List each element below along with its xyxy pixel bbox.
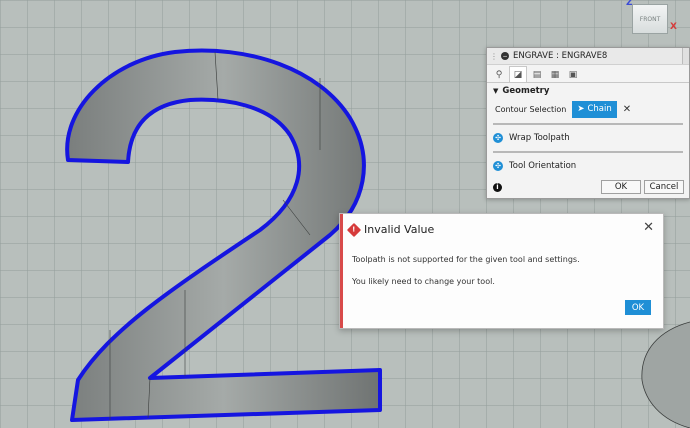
dialog-header: ! Invalid Value xyxy=(346,222,435,237)
tab-heights[interactable]: ▤ xyxy=(529,67,545,82)
dialog-close-button[interactable]: ✕ xyxy=(643,220,654,235)
view-cube-front-face[interactable]: FRONT xyxy=(632,4,668,34)
tool-icon: ⚲ xyxy=(495,69,503,80)
wrap-toolpath-row[interactable]: ✣ Wrap Toolpath xyxy=(487,128,689,148)
dialog-message-line-2: You likely need to change your tool. xyxy=(352,277,495,286)
geometry-section-label: Geometry xyxy=(502,85,550,96)
geometry-icon: ◪ xyxy=(513,69,523,80)
panel-title: ENGRAVE : ENGRAVE8 xyxy=(513,51,608,61)
tab-tool[interactable]: ⚲ xyxy=(491,67,507,82)
wrap-toolpath-label: Wrap Toolpath xyxy=(509,133,570,143)
drag-grip-icon[interactable]: ⋮ xyxy=(490,52,498,61)
chain-label: Chain xyxy=(587,104,612,114)
wrap-toolpath-icon: ✣ xyxy=(493,133,503,143)
tool-orientation-label: Tool Orientation xyxy=(509,161,577,171)
passes-icon: ▦ xyxy=(550,69,560,80)
error-accent-bar xyxy=(340,214,343,328)
heights-icon: ▤ xyxy=(532,69,542,80)
panel-edge-handle[interactable] xyxy=(682,48,689,64)
invalid-value-dialog: ! Invalid Value ✕ Toolpath is not suppor… xyxy=(339,213,664,329)
partial-circle-contour xyxy=(641,321,690,428)
cursor-arrow-icon: ➤ xyxy=(577,104,585,114)
geometry-section-header[interactable]: ▼ Geometry xyxy=(487,83,689,98)
dialog-title: Invalid Value xyxy=(364,223,435,236)
tool-orientation-row[interactable]: ✣ Tool Orientation xyxy=(487,156,689,176)
info-icon[interactable]: i xyxy=(493,182,502,192)
view-cube[interactable]: Z FRONT X xyxy=(622,0,690,40)
axis-x-label: X xyxy=(670,22,677,32)
contour-selection-label: Contour Selection xyxy=(495,104,567,114)
divider xyxy=(493,123,683,125)
tool-orientation-icon: ✣ xyxy=(493,161,503,171)
error-icon: ! xyxy=(346,222,362,237)
tab-passes[interactable]: ▦ xyxy=(547,67,563,82)
divider xyxy=(493,151,683,153)
panel-cancel-button[interactable]: Cancel xyxy=(644,180,684,194)
contour-selection-row: Contour Selection ➤ Chain ✕ xyxy=(487,98,689,120)
chain-selection-button[interactable]: ➤ Chain xyxy=(572,100,617,118)
tab-geometry[interactable]: ◪ xyxy=(509,66,527,82)
collapse-triangle-icon: ▼ xyxy=(493,86,499,95)
linking-icon: ▣ xyxy=(568,69,578,80)
tab-linking[interactable]: ▣ xyxy=(565,67,581,82)
dialog-ok-button[interactable]: OK xyxy=(625,300,651,315)
panel-titlebar[interactable]: ⋮ − ENGRAVE : ENGRAVE8 xyxy=(487,48,689,65)
dialog-message-line-1: Toolpath is not supported for the given … xyxy=(352,255,580,264)
clear-selection-button[interactable]: ✕ xyxy=(623,104,631,115)
panel-footer: i OK Cancel xyxy=(487,176,689,198)
engrave-panel: ⋮ − ENGRAVE : ENGRAVE8 ⚲ ◪ ▤ ▦ ▣ ▼ Geome… xyxy=(486,47,690,199)
digit-2-contour xyxy=(65,48,382,422)
engrave-operation-icon: − xyxy=(501,52,509,60)
panel-ok-button[interactable]: OK xyxy=(601,180,641,194)
panel-tabs: ⚲ ◪ ▤ ▦ ▣ xyxy=(487,65,689,83)
